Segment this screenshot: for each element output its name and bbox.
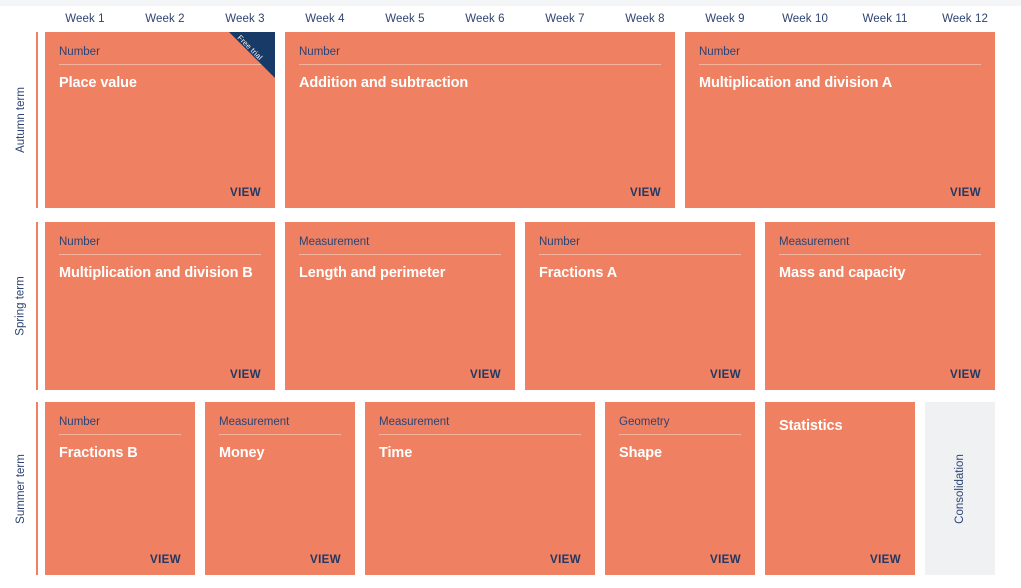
week-header-cell: Week 6 <box>465 13 505 25</box>
free-trial-ribbon[interactable]: Free trial <box>229 32 275 78</box>
term-row: Number Place value VIEW Free trial Number Add… <box>45 32 1005 208</box>
term-rail: Spring term <box>0 222 45 390</box>
unit-card[interactable]: Number Fractions B VIEW <box>45 402 195 575</box>
week-header-cell: Week 10 <box>782 13 828 25</box>
unit-card-category: Geometry <box>619 415 741 435</box>
unit-card-category: Number <box>59 415 181 435</box>
unit-card[interactable]: Measurement Time VIEW <box>365 402 595 575</box>
term-row: Number Multiplication and division B VIEW M… <box>45 222 1005 390</box>
view-link[interactable]: VIEW <box>710 554 741 566</box>
week-header-cell: Week 7 <box>545 13 585 25</box>
unit-card-category: Measurement <box>299 235 501 255</box>
curriculum-overview: Week 1 Week 2 Week 3 Week 4 Week 5 Week 6 Week… <box>0 0 1021 588</box>
unit-card-title: Mass and capacity <box>779 265 906 281</box>
unit-card[interactable]: Statistics VIEW <box>765 402 915 575</box>
unit-card-category: Number <box>699 45 981 65</box>
unit-card[interactable]: Measurement Mass and capacity VIEW <box>765 222 995 390</box>
unit-card[interactable]: Number Place value VIEW Free trial <box>45 32 275 208</box>
unit-card-title: Fractions B <box>59 445 138 461</box>
week-header-cell: Week 12 <box>942 13 988 25</box>
unit-card-category: Number <box>539 235 741 255</box>
term-rail-bar <box>36 402 38 575</box>
unit-card-title: Addition and subtraction <box>299 75 469 91</box>
view-link[interactable]: VIEW <box>150 554 181 566</box>
consolidation-block: Consolidation <box>925 402 995 575</box>
unit-card[interactable]: Measurement Length and perimeter VIEW <box>285 222 515 390</box>
term-label-text: Summer term <box>15 453 27 524</box>
unit-card-title: Fractions A <box>539 265 618 281</box>
term-row: Number Fractions B VIEW Measurement Money VIE… <box>45 402 1005 575</box>
view-link[interactable]: VIEW <box>470 369 501 381</box>
consolidation-label: Consolidation <box>954 453 966 524</box>
view-link[interactable]: VIEW <box>870 554 901 566</box>
term-rail-bar <box>36 222 38 390</box>
term-rail-bar <box>36 32 38 208</box>
week-header-cell: Week 11 <box>862 13 908 25</box>
unit-card[interactable]: Number Fractions A VIEW <box>525 222 755 390</box>
unit-card-title: Statistics <box>779 418 843 434</box>
view-link[interactable]: VIEW <box>710 369 741 381</box>
term-label-text: Spring term <box>15 276 27 336</box>
unit-card[interactable]: Number Multiplication and division A VIEW <box>685 32 995 208</box>
unit-card-title: Money <box>219 445 265 461</box>
term-rail: Summer term <box>0 402 45 575</box>
term-label: Autumn term <box>10 32 32 208</box>
unit-card[interactable]: Measurement Money VIEW <box>205 402 355 575</box>
week-header-cell: Week 5 <box>385 13 425 25</box>
unit-card-title: Multiplication and division A <box>699 75 893 91</box>
view-link[interactable]: VIEW <box>550 554 581 566</box>
unit-card[interactable]: Geometry Shape VIEW <box>605 402 755 575</box>
term-label: Summer term <box>10 402 32 575</box>
unit-card[interactable]: Number Addition and subtraction VIEW <box>285 32 675 208</box>
unit-card-category: Measurement <box>379 415 581 435</box>
unit-card-category: Number <box>299 45 661 65</box>
view-link[interactable]: VIEW <box>950 369 981 381</box>
unit-card-title: Shape <box>619 445 663 461</box>
view-link[interactable]: VIEW <box>230 369 261 381</box>
view-link[interactable]: VIEW <box>630 187 661 199</box>
week-header-cell: Week 8 <box>625 13 665 25</box>
unit-card[interactable]: Number Multiplication and division B VIEW <box>45 222 275 390</box>
term-label-text: Autumn term <box>15 87 28 153</box>
term-rail: Autumn term <box>0 32 45 208</box>
unit-card-category: Measurement <box>219 415 341 435</box>
week-header: Week 1 Week 2 Week 3 Week 4 Week 5 Week 6 Week… <box>45 6 1005 32</box>
week-header-cell: Week 3 <box>225 13 265 25</box>
view-link[interactable]: VIEW <box>230 187 261 199</box>
week-header-cell: Week 4 <box>305 13 345 25</box>
week-header-cell: Week 1 <box>65 13 105 25</box>
unit-card-category: Measurement <box>779 235 981 255</box>
unit-card-title: Multiplication and division B <box>59 265 253 281</box>
week-header-cell: Week 9 <box>705 13 745 25</box>
unit-card-title: Time <box>379 445 413 461</box>
week-header-cell: Week 2 <box>145 13 185 25</box>
view-link[interactable]: VIEW <box>310 554 341 566</box>
unit-card-category: Number <box>59 235 261 255</box>
unit-card-title: Length and perimeter <box>299 265 446 281</box>
term-label: Spring term <box>10 222 32 390</box>
view-link[interactable]: VIEW <box>950 187 981 199</box>
